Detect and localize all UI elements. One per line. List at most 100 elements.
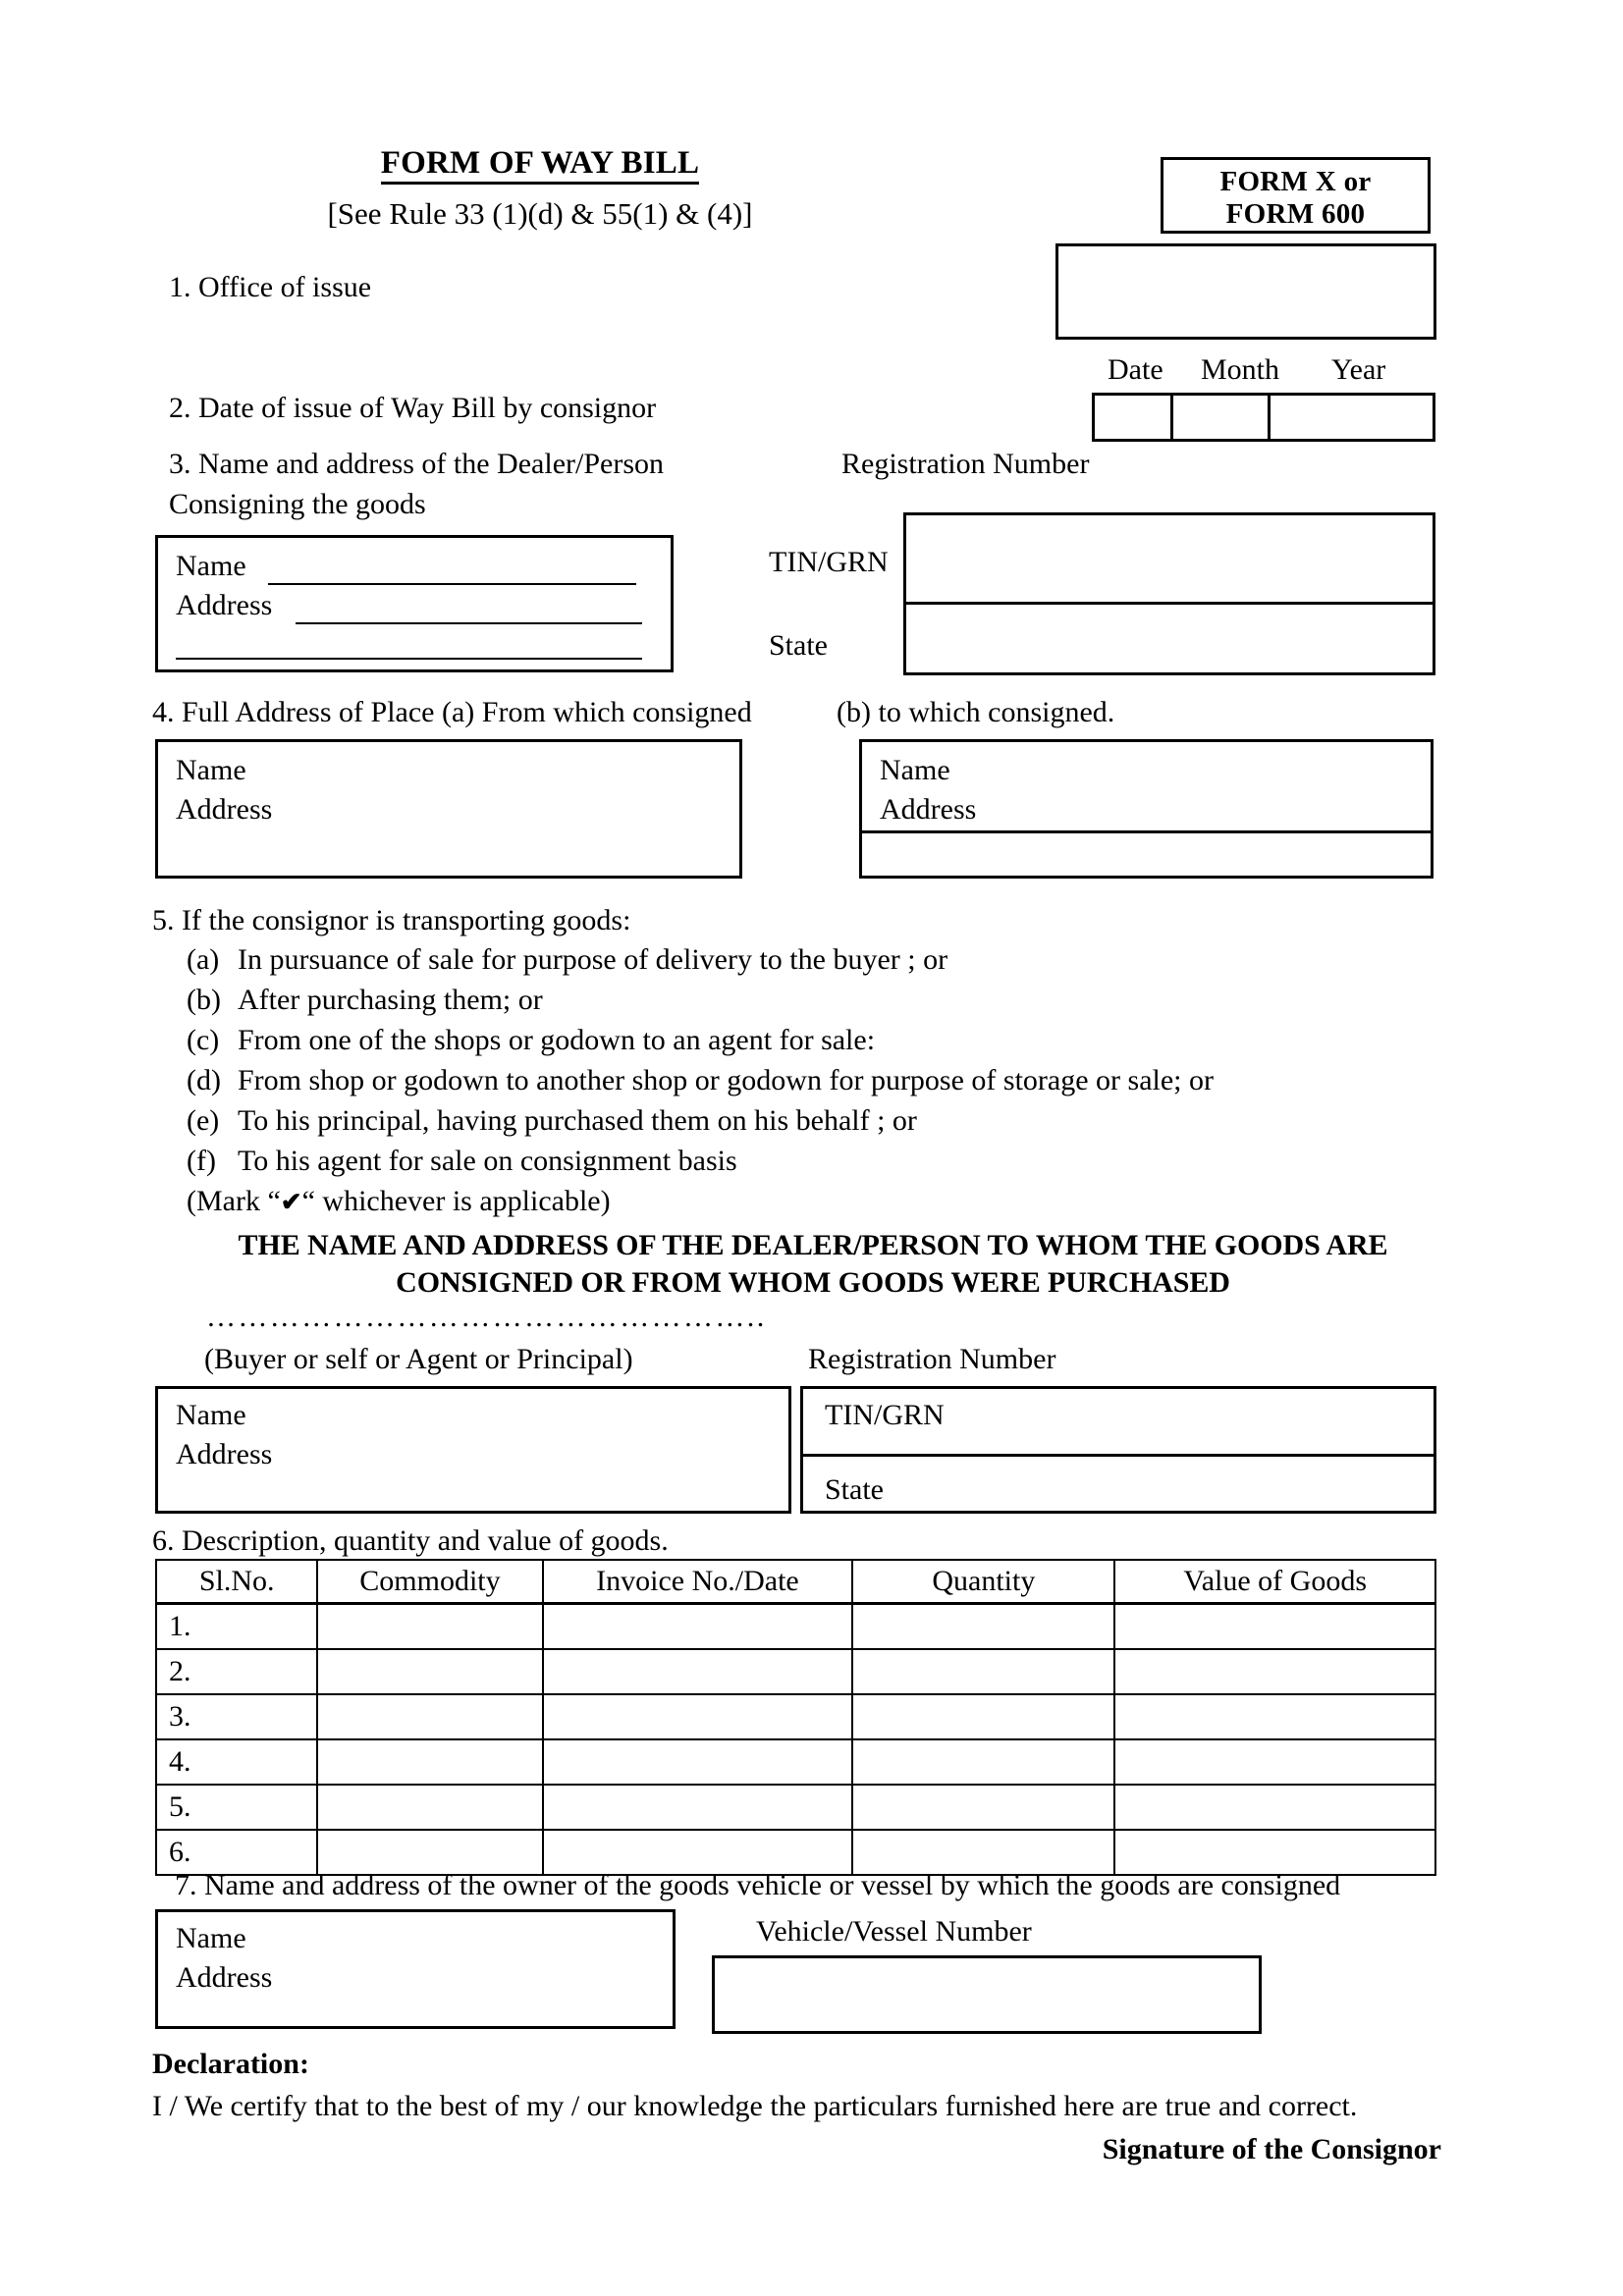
- cell-quantity[interactable]: [851, 1784, 1116, 1831]
- item-6-heading: 6. Description, quantity and value of go…: [152, 1524, 669, 1557]
- mark-instruction-suffix: “ whichever is applicable): [301, 1185, 611, 1217]
- item-5-heading: 5. If the consignor is transporting good…: [152, 904, 631, 936]
- date-month-divider: [1170, 396, 1173, 439]
- item-1-office-of-issue: 1. Office of issue: [169, 271, 372, 303]
- consignee-tin-grn-label: TIN/GRN: [825, 1399, 945, 1431]
- cell-value[interactable]: [1113, 1784, 1436, 1831]
- date-label: Date: [1108, 353, 1163, 386]
- consignor-address-rule-2: [176, 658, 642, 660]
- registration-number-label-consignee: Registration Number: [808, 1343, 1056, 1375]
- buyer-caption: (Buyer or self or Agent or Principal): [204, 1343, 633, 1375]
- consignor-name-address-box[interactable]: Name Address: [155, 535, 674, 672]
- form-code-line2: FORM 600: [1225, 198, 1366, 230]
- place-to-divider: [859, 830, 1434, 833]
- table-row: 1.: [154, 1602, 1436, 1650]
- cell-commodity[interactable]: [316, 1648, 544, 1695]
- transport-purpose-e[interactable]: (e) To his principal, having purchased th…: [187, 1104, 917, 1138]
- cell-quantity[interactable]: [851, 1648, 1116, 1695]
- office-of-issue-input-box[interactable]: [1055, 243, 1436, 340]
- cell-sl-no: 2.: [154, 1648, 319, 1695]
- place-from-name-label: Name: [176, 754, 246, 786]
- cell-value[interactable]: [1113, 1693, 1436, 1740]
- cell-invoice[interactable]: [541, 1738, 854, 1786]
- registration-number-label-consignor: Registration Number: [841, 448, 1090, 480]
- month-label: Month: [1201, 353, 1280, 386]
- consignor-address-rule: [296, 622, 642, 624]
- tin-state-divider: [903, 602, 1435, 605]
- year-label: Year: [1331, 353, 1386, 386]
- column-header-value: Value of Goods: [1113, 1559, 1436, 1605]
- transport-purpose-e-marker: (e): [187, 1104, 220, 1137]
- transport-purpose-f-text: To his agent for sale on consignment bas…: [238, 1145, 737, 1177]
- transport-purpose-f[interactable]: (f) To his agent for sale on consignment …: [187, 1145, 737, 1178]
- place-from-name-address-box[interactable]: Name Address: [155, 739, 742, 879]
- consignee-heading: THE NAME AND ADDRESS OF THE DEALER/PERSO…: [175, 1227, 1451, 1303]
- column-header-quantity: Quantity: [851, 1559, 1116, 1605]
- cell-invoice[interactable]: [541, 1648, 854, 1695]
- table-row: 3.: [154, 1693, 1436, 1740]
- cell-sl-no: 5.: [154, 1784, 319, 1831]
- consignor-state-label: State: [769, 629, 828, 662]
- cell-quantity[interactable]: [851, 1602, 1116, 1650]
- cell-commodity[interactable]: [316, 1738, 544, 1786]
- cell-commodity[interactable]: [316, 1602, 544, 1650]
- mark-instruction: (Mark “✔“ whichever is applicable): [187, 1185, 611, 1218]
- transport-purpose-b-marker: (b): [187, 984, 221, 1016]
- consignee-address-label: Address: [176, 1438, 273, 1470]
- transport-purpose-a-marker: (a): [187, 943, 220, 976]
- consignor-address-label: Address: [176, 589, 273, 621]
- transport-purpose-d[interactable]: (d) From shop or godown to another shop o…: [187, 1064, 1214, 1097]
- goods-table: Sl.No. Commodity Invoice No./Date Quanti…: [154, 1559, 1436, 1876]
- consignee-dotted-input-line[interactable]: ……………………………………………..: [206, 1301, 776, 1334]
- transport-purpose-b-text: After purchasing them; or: [238, 984, 543, 1016]
- cell-sl-no: 4.: [154, 1738, 319, 1786]
- cell-commodity[interactable]: [316, 1784, 544, 1831]
- item-7-heading: 7. Name and address of the owner of the …: [175, 1869, 1341, 1901]
- consignee-heading-line2: CONSIGNED OR FROM WHOM GOODS WERE PURCHA…: [396, 1266, 1230, 1300]
- table-row: 5.: [154, 1784, 1436, 1831]
- vehicle-vessel-number-input-box[interactable]: [712, 1955, 1262, 2034]
- mark-instruction-prefix: (Mark “: [187, 1185, 281, 1217]
- vehicle-owner-name-label: Name: [176, 1922, 246, 1954]
- cell-invoice[interactable]: [541, 1784, 854, 1831]
- transport-purpose-b[interactable]: (b) After purchasing them; or: [187, 984, 543, 1017]
- cell-quantity[interactable]: [851, 1738, 1116, 1786]
- vehicle-owner-name-address-box[interactable]: Name Address: [155, 1909, 676, 2029]
- rule-reference: [See Rule 33 (1)(d) & 55(1) & (4)]: [327, 196, 753, 231]
- place-to-address-label: Address: [880, 793, 977, 826]
- place-to-name-label: Name: [880, 754, 950, 786]
- place-from-address-label: Address: [176, 793, 273, 826]
- month-year-divider: [1268, 396, 1271, 439]
- consignee-tin-state-box[interactable]: TIN/GRN State: [800, 1386, 1436, 1514]
- cell-value[interactable]: [1113, 1602, 1436, 1650]
- declaration-text: I / We certify that to the best of my / …: [152, 2090, 1358, 2122]
- transport-purpose-c-marker: (c): [187, 1024, 220, 1056]
- cell-value[interactable]: [1113, 1738, 1436, 1786]
- consignee-tin-state-divider: [800, 1454, 1436, 1457]
- vehicle-owner-address-label: Address: [176, 1961, 273, 1994]
- vehicle-vessel-number-label: Vehicle/Vessel Number: [756, 1915, 1032, 1948]
- cell-value[interactable]: [1113, 1648, 1436, 1695]
- consignee-name-address-box[interactable]: Name Address: [155, 1386, 791, 1514]
- transport-purpose-c[interactable]: (c) From one of the shops or godown to an…: [187, 1024, 875, 1057]
- way-bill-form-page: FORM OF WAY BILL [See Rule 33 (1)(d) & 5…: [0, 0, 1623, 2296]
- item-3-dealer-line2: Consigning the goods: [169, 488, 426, 520]
- cell-invoice[interactable]: [541, 1602, 854, 1650]
- signature-label: Signature of the Consignor: [1102, 2133, 1441, 2165]
- item-4-from-which-consigned: 4. Full Address of Place (a) From which …: [152, 696, 752, 728]
- column-header-sl-no: Sl.No.: [154, 1559, 319, 1605]
- table-row: 4.: [154, 1738, 1436, 1786]
- check-mark-icon: ✔: [280, 1188, 302, 1216]
- date-month-year-input-box[interactable]: [1092, 393, 1435, 442]
- consignor-tin-state-input-box[interactable]: [903, 512, 1435, 675]
- consignor-tin-grn-label: TIN/GRN: [769, 546, 889, 578]
- cell-commodity[interactable]: [316, 1693, 544, 1740]
- transport-purpose-d-text: From shop or godown to another shop or g…: [238, 1064, 1214, 1096]
- item-3-dealer-line1: 3. Name and address of the Dealer/Person: [169, 448, 664, 480]
- place-to-name-address-box[interactable]: Name Address: [859, 739, 1434, 879]
- page-title: FORM OF WAY BILL: [0, 145, 1080, 185]
- page-title-text: FORM OF WAY BILL: [380, 145, 700, 185]
- cell-invoice[interactable]: [541, 1693, 854, 1740]
- transport-purpose-a[interactable]: (a) In pursuance of sale for purpose of d…: [187, 943, 947, 977]
- cell-quantity[interactable]: [851, 1693, 1116, 1740]
